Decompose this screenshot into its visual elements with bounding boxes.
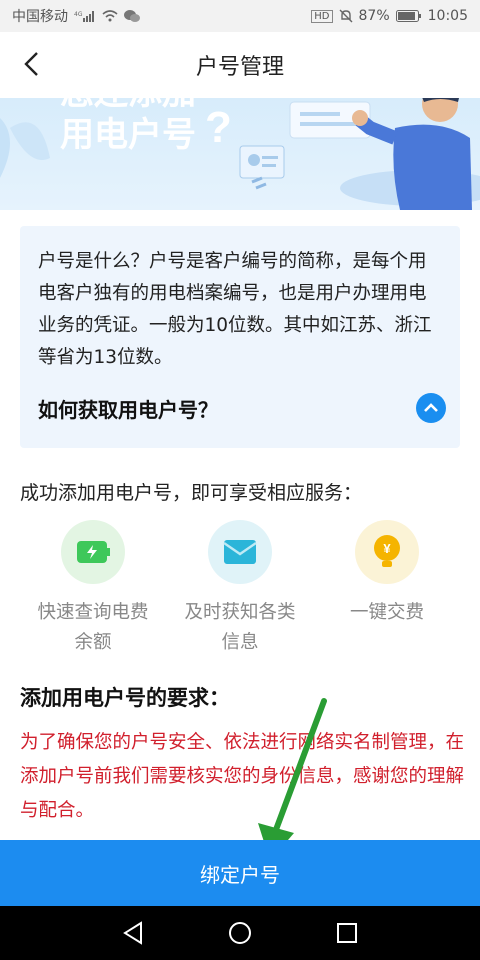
system-nav-bar <box>0 906 480 960</box>
service-label: 快速查询电费余额 <box>37 602 149 653</box>
status-right: HD 87% 10:05 <box>311 8 468 24</box>
wifi-icon <box>102 10 118 22</box>
battery-percent: 87% <box>358 8 390 24</box>
nav-home-button[interactable] <box>220 913 260 953</box>
faq-title: 如何获取用电户号？ <box>38 397 218 422</box>
wechat-icon <box>124 9 140 23</box>
battery-icon <box>395 10 422 22</box>
chevron-left-icon <box>24 52 38 76</box>
triangle-back-icon <box>123 921 143 945</box>
back-button[interactable] <box>12 44 52 84</box>
services-title: 成功添加用电户号，即可享受相应服务： <box>20 482 363 504</box>
circle-home-icon <box>228 922 251 944</box>
banner-text-line1: 您还添加 <box>60 98 196 112</box>
banner-text-line2: 用电户号 <box>60 116 196 154</box>
faq-toggle-button[interactable] <box>416 393 446 423</box>
service-pay[interactable]: ¥ 一键交费 <box>322 520 452 628</box>
chevron-up-icon <box>424 403 438 412</box>
clock: 10:05 <box>427 8 468 24</box>
faq-row[interactable]: 如何获取用电户号？ <box>38 386 446 430</box>
service-label: 及时获知各类信息 <box>184 602 296 653</box>
square-recents-icon <box>336 923 357 943</box>
banner: 您还添加 用电户号 ? <box>0 98 480 210</box>
mute-icon <box>339 9 353 23</box>
coin-bulb-icon: ¥ <box>355 520 419 584</box>
service-label: 一键交费 <box>349 602 424 623</box>
status-left: 中国移动 4G <box>12 6 140 26</box>
envelope-icon <box>208 520 272 584</box>
info-card: 户号是什么？户号是客户编号的简称，是每个用电客户独有的用电档案编号，也是用户办理… <box>20 226 460 448</box>
nav-back-button[interactable] <box>113 913 153 953</box>
page-title: 户号管理 <box>195 55 284 80</box>
banner-illustration: 您还添加 用电户号 ? <box>0 98 480 210</box>
requirements-title: 添加用电户号的要求： <box>20 686 230 710</box>
nav-recents-button[interactable] <box>327 913 367 953</box>
svg-text:?: ? <box>205 103 232 152</box>
carrier-label: 中国移动 <box>12 9 68 25</box>
signal-icon: 4G <box>74 10 96 22</box>
battery-icon <box>61 520 125 584</box>
info-text: 户号是什么？户号是客户编号的简称，是每个用电客户独有的用电档案编号，也是用户办理… <box>38 251 432 368</box>
status-bar: 中国移动 4G HD 87% 10:05 <box>0 0 480 32</box>
svg-text:4G: 4G <box>74 11 83 18</box>
service-balance[interactable]: 快速查询电费余额 <box>28 520 158 658</box>
bind-account-button[interactable]: 绑定户号 <box>0 840 480 906</box>
header: 户号管理 <box>0 32 480 98</box>
hd-badge: HD <box>311 9 333 23</box>
service-notify[interactable]: 及时获知各类信息 <box>175 520 305 658</box>
svg-text:¥: ¥ <box>383 541 391 556</box>
requirements-text: 为了确保您的户号安全、依法进行网络实名制管理，在添加户号前我们需要核实您的身份信… <box>20 732 465 821</box>
